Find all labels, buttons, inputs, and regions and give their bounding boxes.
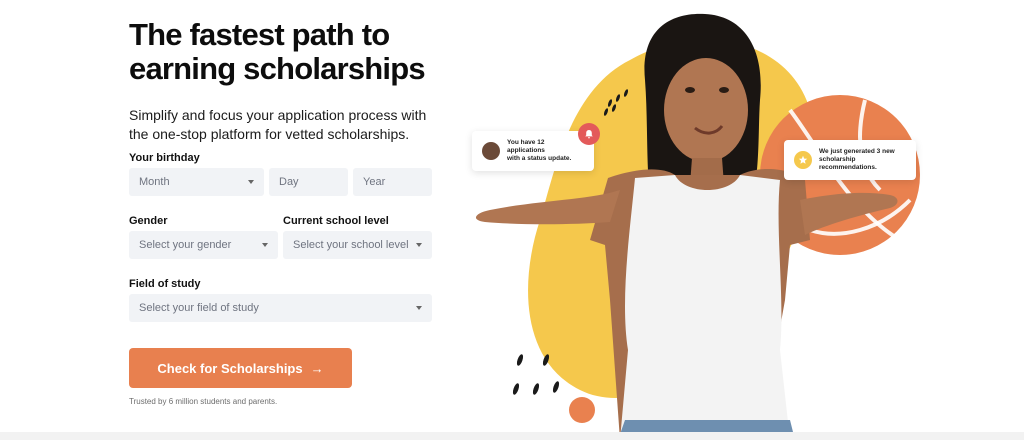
bottom-strip (0, 432, 1024, 440)
day-placeholder: Day (279, 176, 299, 188)
bell-icon (578, 123, 600, 145)
gender-placeholder: Select your gender (139, 239, 232, 251)
hero-text: The fastest path to earning scholarships… (129, 18, 439, 144)
birthday-year-input[interactable]: Year (353, 168, 432, 196)
field-of-study-select[interactable]: Select your field of study (129, 294, 432, 322)
school-level-label: Current school level (283, 215, 389, 227)
hero-illustration: You have 12 applications with a status u… (460, 0, 960, 440)
gender-label: Gender (129, 215, 168, 227)
recommendations-notification[interactable]: We just generated 3 new scholarship reco… (784, 140, 916, 180)
avatar (482, 142, 500, 160)
chevron-down-icon (262, 243, 268, 247)
gender-select[interactable]: Select your gender (129, 231, 278, 259)
check-for-scholarships-button[interactable]: Check for Scholarships → (129, 348, 352, 388)
hero-artwork (475, 13, 920, 440)
page-subtitle: Simplify and focus your application proc… (129, 107, 427, 142)
chevron-down-icon (248, 180, 254, 184)
chevron-down-icon (416, 243, 422, 247)
school-level-select[interactable]: Select your school level (283, 231, 432, 259)
page-title: The fastest path to earning scholarships (129, 17, 426, 86)
month-placeholder: Month (139, 176, 170, 188)
chevron-down-icon (416, 306, 422, 310)
trusted-note: Trusted by 6 million students and parent… (129, 397, 278, 406)
arrow-right-icon: → (310, 360, 324, 376)
field-of-study-placeholder: Select your field of study (139, 302, 259, 314)
birthday-month-select[interactable]: Month (129, 168, 264, 196)
birthday-label: Your birthday (129, 152, 200, 164)
applications-notification[interactable]: You have 12 applications with a status u… (472, 131, 594, 171)
school-level-placeholder: Select your school level (293, 239, 409, 251)
birthday-day-input[interactable]: Day (269, 168, 348, 196)
star-icon (794, 151, 812, 169)
field-of-study-label: Field of study (129, 278, 201, 290)
cta-label: Check for Scholarships (157, 360, 303, 376)
orange-dot (569, 397, 595, 423)
year-placeholder: Year (363, 176, 386, 188)
